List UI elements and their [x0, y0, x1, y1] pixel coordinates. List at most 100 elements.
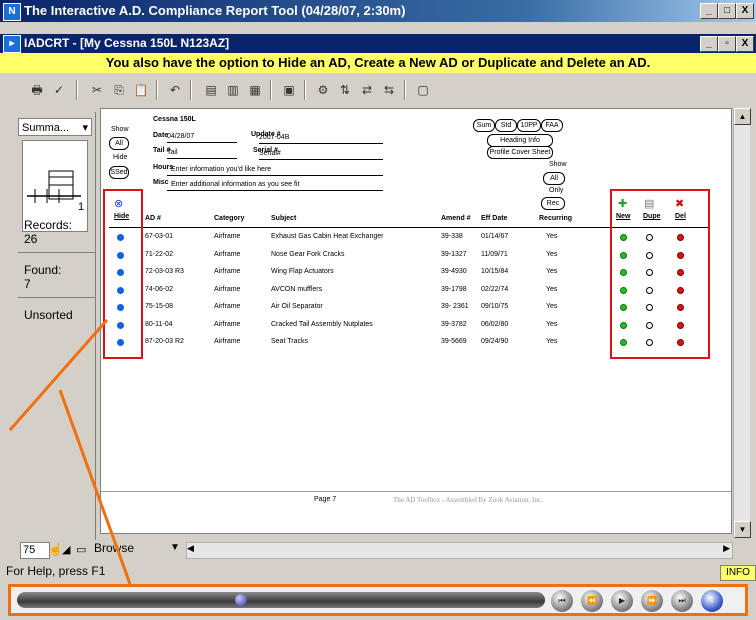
- show-all-button-2[interactable]: All: [543, 172, 565, 185]
- help-icon[interactable]: ▢: [414, 81, 432, 99]
- status-area: Summa... ▾ 1 Records: 26 Found: 7 Unsorte…: [18, 112, 96, 547]
- doc-minimize-button[interactable]: _: [700, 36, 718, 52]
- sort-icon[interactable]: ⇅: [336, 81, 354, 99]
- show-all-button[interactable]: All: [109, 137, 129, 150]
- document-title: IADCRT - [My Cessna 150L N123AZ]: [24, 36, 230, 50]
- cell-amend: 39-3782: [441, 320, 467, 328]
- serial-value[interactable]: Serial#: [259, 150, 281, 157]
- mode-dropdown-icon[interactable]: ▼: [170, 542, 180, 553]
- cell-ad-number: 72-03-03 R3: [145, 268, 184, 275]
- close-button[interactable]: X: [736, 3, 754, 19]
- misc-label: Misc: [153, 179, 169, 186]
- copy-icon[interactable]: ⎘: [110, 81, 128, 99]
- col-subject: Subject: [271, 215, 297, 222]
- cell-recurring: Yes: [546, 338, 558, 345]
- maximize-button[interactable]: □: [718, 3, 736, 19]
- cell-subject: Nose Gear Fork Cracks: [271, 250, 345, 258]
- tail-value[interactable]: Tail: [167, 149, 178, 156]
- cut-icon[interactable]: ✂: [88, 81, 106, 99]
- info-indicator: INFO: [720, 565, 756, 581]
- profile-cover-sheet-button[interactable]: Profile Cover Sheet: [487, 146, 553, 159]
- print-icon[interactable]: 🖶: [28, 81, 46, 99]
- report-page: Cessna 150L Show All Hide SSed Date 04/2…: [100, 108, 732, 534]
- 10pp-button[interactable]: 10PP: [517, 119, 541, 132]
- hours-value[interactable]: Enter information you'd like here: [171, 166, 271, 173]
- toolbar: 🖶 ✓ ✂ ⎘ 📋 ↶ ▤ ▥ ▦ ▣ ⚙ ⇅ ⇄ ⇆ ▢: [0, 76, 756, 104]
- cell-eff-date: 02/22/74: [481, 285, 509, 293]
- progress-thumb[interactable]: [235, 594, 247, 606]
- fast-forward-icon[interactable]: ⏩: [641, 590, 663, 612]
- cell-recurring: Yes: [546, 303, 558, 310]
- play-icon[interactable]: ▶: [611, 590, 633, 612]
- cell-eff-date: 06/02/80: [481, 320, 509, 328]
- scroll-up-icon[interactable]: ▲: [734, 108, 751, 125]
- show-recurring-only-button[interactable]: Rec: [541, 197, 565, 210]
- skip-end-icon[interactable]: ⏭: [671, 590, 693, 612]
- horizontal-scrollbar[interactable]: ◀ ▶: [186, 542, 733, 559]
- cell-ad-number: 67-03-01: [145, 233, 174, 240]
- progress-track[interactable]: [17, 592, 545, 608]
- find-icon[interactable]: ⚙: [314, 81, 332, 99]
- cell-subject: Wing Flap Actuators: [271, 268, 334, 275]
- hide-ssed-button[interactable]: SSed: [109, 166, 129, 179]
- toolbar-separator: [404, 80, 406, 100]
- instruction-banner: You also have the option to Hide an AD, …: [0, 53, 756, 73]
- cell-subject: Seat Tracks: [271, 338, 308, 345]
- cell-ad-number: 87-20-03 R2: [145, 338, 184, 345]
- footer-rule: [101, 491, 731, 492]
- mode-label[interactable]: Browse: [94, 541, 134, 555]
- minimize-button[interactable]: _: [700, 3, 718, 19]
- doc-restore-button[interactable]: ▫: [718, 36, 736, 52]
- mode-bar: 75 ☝ ◢ ▭ Browse ▼ ◀ ▶: [18, 540, 733, 559]
- cell-amend: 39-4930: [441, 268, 467, 275]
- record-number: 1: [78, 201, 85, 213]
- layout-dropdown[interactable]: Summa... ▾: [18, 118, 92, 136]
- info-button-icon[interactable]: i: [701, 590, 723, 612]
- toolbar-separator: [190, 80, 192, 100]
- status-toggle-icon[interactable]: ◢: [62, 543, 70, 556]
- update-value[interactable]: 2007-04B: [259, 134, 289, 141]
- underline: [167, 175, 383, 176]
- cell-amend: 39-1798: [441, 285, 467, 293]
- rewind-icon[interactable]: ⏪: [581, 590, 603, 612]
- zoom-icon[interactable]: ☝: [48, 542, 63, 556]
- status-area-icon[interactable]: ▭: [76, 543, 86, 556]
- rewind-start-icon[interactable]: ⏮: [551, 590, 573, 612]
- scroll-left-icon[interactable]: ◀: [187, 543, 194, 554]
- col-recurring: Recurring: [539, 215, 573, 222]
- sort-status: Unsorted: [24, 308, 73, 322]
- cell-category: Airframe: [214, 268, 241, 275]
- col-eff-date: Eff Date: [481, 215, 508, 222]
- std-button[interactable]: Std: [495, 119, 517, 132]
- layout-icon[interactable]: ▣: [280, 81, 298, 99]
- vertical-scrollbar[interactable]: ▲ ▼: [733, 108, 751, 538]
- duplicate-record-icon[interactable]: ▥: [224, 81, 242, 99]
- omit-icon[interactable]: ⇄: [358, 81, 376, 99]
- cell-amend: 39- 2361: [441, 303, 469, 310]
- undo-icon[interactable]: ↶: [166, 81, 184, 99]
- scroll-right-icon[interactable]: ▶: [723, 543, 730, 554]
- cell-ad-number: 80-11-04: [145, 320, 173, 328]
- new-record-icon[interactable]: ▤: [202, 81, 220, 99]
- cell-eff-date: 09/24/90: [481, 338, 509, 345]
- paste-icon[interactable]: 📋: [132, 81, 150, 99]
- document-title-bar: ▸ IADCRT - [My Cessna 150L N123AZ] _ ▫ X: [0, 34, 756, 53]
- misc-value[interactable]: Enter additional information as you see …: [171, 181, 299, 188]
- spellcheck-icon[interactable]: ✓: [50, 81, 68, 99]
- zoom-level[interactable]: 75: [20, 542, 50, 559]
- delete-record-icon[interactable]: ▦: [246, 81, 264, 99]
- cell-recurring: Yes: [546, 233, 558, 240]
- scroll-down-icon[interactable]: ▼: [734, 521, 751, 538]
- doc-close-button[interactable]: X: [736, 36, 754, 52]
- date-value[interactable]: 04/28/07: [167, 133, 194, 140]
- cell-amend: 39-5669: [441, 338, 467, 345]
- show-all-icon[interactable]: ⇆: [380, 81, 398, 99]
- cell-category: Airframe: [214, 303, 241, 310]
- status-bar: For Help, press F1 INFO: [0, 562, 756, 581]
- faa-button[interactable]: FAA: [541, 119, 563, 132]
- cell-subject: Exhaust Gas Cabin Heat Exchanger: [271, 233, 384, 240]
- toolbar-separator: [76, 80, 78, 100]
- sum-button[interactable]: Sum: [473, 119, 495, 132]
- show-label: Show: [111, 126, 129, 133]
- cell-ad-number: 74-06-02: [145, 285, 174, 293]
